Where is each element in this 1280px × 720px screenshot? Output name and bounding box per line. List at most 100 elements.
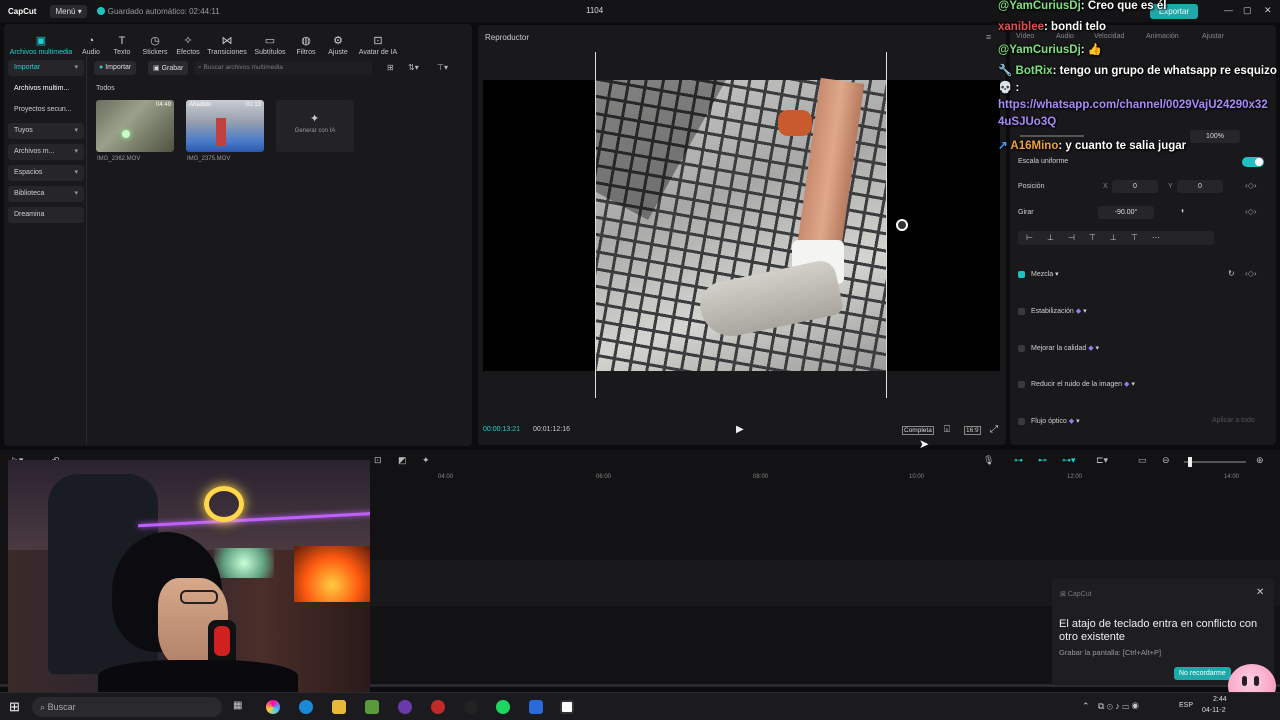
media-search-input[interactable]: ⌕ Buscar archivos multimedia bbox=[194, 61, 372, 75]
magnet-icon[interactable]: ⊷ bbox=[1038, 455, 1047, 466]
video-canvas[interactable] bbox=[483, 77, 1000, 371]
scale-input[interactable]: 100% bbox=[1190, 130, 1240, 143]
zoom-slider[interactable] bbox=[1184, 457, 1246, 467]
tab-ai-avatar[interactable]: ⊡ Avatar de IA bbox=[354, 36, 402, 57]
position-x-input[interactable]: 0 bbox=[1112, 180, 1158, 193]
sidebar-item-yours[interactable]: Tuyos ▾ bbox=[8, 123, 84, 139]
task-view-icon[interactable]: ▦ bbox=[233, 700, 247, 714]
uniform-scale-toggle[interactable] bbox=[1242, 157, 1264, 167]
crop-icon[interactable]: ⊡ bbox=[374, 455, 382, 466]
app-icon[interactable] bbox=[464, 700, 478, 714]
sort-icon[interactable]: ⇅▾ bbox=[408, 63, 419, 72]
tab-audio[interactable]: ◔ Audio bbox=[76, 36, 106, 57]
denoise-checkbox[interactable] bbox=[1018, 381, 1025, 388]
tab-animation[interactable]: Animación bbox=[1146, 33, 1179, 40]
copilot-icon[interactable] bbox=[266, 700, 280, 714]
app-icon[interactable] bbox=[529, 700, 543, 714]
mask-icon[interactable]: ◩ bbox=[398, 455, 407, 466]
keyframe-icon[interactable]: ‹◇› bbox=[1245, 269, 1256, 278]
link-clips-icon[interactable]: ⊶ bbox=[1014, 455, 1023, 466]
record-button[interactable]: ▣ Grabar bbox=[148, 61, 189, 75]
tab-label: Filtros bbox=[296, 49, 316, 56]
tab-subtitles[interactable]: ▭ Subtítulos bbox=[250, 36, 290, 57]
chat-link[interactable]: 4uSJUo3Q bbox=[998, 116, 1056, 128]
tab-video[interactable]: Vídeo bbox=[1016, 33, 1034, 40]
menu-button[interactable]: Menú ▾ bbox=[50, 4, 87, 18]
tab-adjust[interactable]: ⚙ Ajuste bbox=[322, 36, 354, 57]
tab-effects[interactable]: ✧ Efectos bbox=[172, 36, 204, 57]
tab-text[interactable]: T Texto bbox=[106, 36, 138, 57]
snap-icon[interactable]: ⊶▾ bbox=[1062, 455, 1076, 466]
sidebar-item-media[interactable]: Archivos multim... bbox=[8, 81, 84, 97]
import-button[interactable]: ● Importar bbox=[94, 61, 137, 75]
keyframe-icon[interactable]: ‹◇› bbox=[1245, 207, 1256, 216]
chat-link[interactable]: https://whatsapp.com/channel/0029VajU242… bbox=[998, 99, 1268, 111]
zoom-in-icon[interactable]: ⊕ bbox=[1256, 455, 1264, 466]
crop-line-left[interactable] bbox=[595, 52, 596, 398]
maximize-icon[interactable]: ▢ bbox=[1243, 5, 1252, 16]
close-icon[interactable]: ✕ bbox=[1256, 587, 1264, 598]
blend-checkbox[interactable] bbox=[1018, 271, 1025, 278]
aspect-ratio-button[interactable]: 16:9 bbox=[964, 426, 981, 435]
language-indicator[interactable]: ESP bbox=[1179, 702, 1193, 709]
rotate-handle-icon[interactable] bbox=[896, 219, 908, 231]
fullscreen-icon[interactable]: ⤢ bbox=[990, 424, 998, 435]
sidebar-item-spaces[interactable]: Espacios ▾ bbox=[8, 165, 84, 181]
generate-ai-card[interactable]: ✦ Generar con IA bbox=[276, 100, 354, 152]
taskbar-search[interactable]: ⌕ Buscar bbox=[32, 697, 222, 717]
sidebar-item-subprojects[interactable]: Proyectos secun... bbox=[8, 102, 84, 118]
zoom-out-icon[interactable]: ⊖ bbox=[1162, 455, 1170, 466]
store-icon[interactable] bbox=[365, 700, 379, 714]
filter-sort-icon[interactable]: ⊤▾ bbox=[437, 63, 448, 72]
rotate-input[interactable]: -90.00° bbox=[1098, 206, 1154, 219]
obs-icon[interactable] bbox=[398, 700, 412, 714]
subtitle-track-icon[interactable]: ▭ bbox=[1138, 455, 1147, 466]
crop-line-right[interactable] bbox=[886, 52, 887, 398]
enhance-checkbox[interactable] bbox=[1018, 345, 1025, 352]
apply-all-button[interactable]: Aplicar a todo bbox=[1212, 417, 1255, 424]
tab-adjust-prop[interactable]: Ajustar bbox=[1202, 33, 1224, 40]
reset-icon[interactable]: ↻ bbox=[1228, 269, 1235, 278]
zoom-slider-handle[interactable] bbox=[1188, 457, 1192, 467]
screenshot-icon[interactable]: ⌻ bbox=[944, 424, 950, 435]
keyframe-icon[interactable]: ‹◇› bbox=[1245, 181, 1256, 190]
media-thumb-1[interactable]: 04:49 bbox=[96, 100, 174, 152]
tab-transitions[interactable]: ⋈ Transiciones bbox=[204, 35, 250, 57]
close-icon[interactable]: ✕ bbox=[1264, 5, 1272, 16]
tab-label: Subtítulos bbox=[254, 49, 286, 56]
grid-view-icon[interactable]: ⊞ bbox=[387, 63, 394, 72]
windows-start-icon[interactable]: ⊞ bbox=[9, 699, 20, 715]
stabilization-checkbox[interactable] bbox=[1018, 308, 1025, 315]
chrome-icon[interactable] bbox=[431, 700, 445, 714]
capcut-taskbar-icon[interactable] bbox=[560, 700, 574, 714]
tab-speed[interactable]: Velocidad bbox=[1094, 33, 1124, 40]
sidebar-item-library[interactable]: Biblioteca ▾ bbox=[8, 186, 84, 202]
microphone-icon[interactable]: 🎙 bbox=[983, 455, 994, 466]
rotate-dial-icon[interactable]: ◖ bbox=[1180, 206, 1185, 215]
preview-axis-icon[interactable]: ⊏▾ bbox=[1096, 455, 1108, 466]
play-button[interactable]: ▶ bbox=[736, 424, 744, 435]
tray-chevron-icon[interactable]: ⌃ bbox=[1082, 701, 1090, 712]
scale-slider[interactable] bbox=[1020, 135, 1084, 137]
minimize-icon[interactable]: — bbox=[1224, 5, 1233, 15]
tab-media[interactable]: ▣ Archivos multimedia bbox=[6, 36, 76, 57]
file-explorer-icon[interactable] bbox=[332, 700, 346, 714]
tab-filters[interactable]: ◍ Filtros bbox=[290, 36, 322, 57]
optical-flow-checkbox[interactable] bbox=[1018, 418, 1025, 425]
position-y-input[interactable]: 0 bbox=[1177, 180, 1223, 193]
sidebar-item-import[interactable]: Importar ▾ bbox=[8, 60, 84, 76]
media-thumb-2[interactable]: Añadido 01:13 bbox=[186, 100, 264, 152]
tab-stickers[interactable]: ◷ Stickers bbox=[138, 36, 172, 57]
edge-icon[interactable] bbox=[299, 700, 313, 714]
tray-icons[interactable]: ⧉ ⊙ ♪ ▭ ◉ bbox=[1098, 701, 1139, 712]
transition-icon: ⋈ bbox=[221, 35, 233, 47]
spotify-icon[interactable] bbox=[496, 700, 510, 714]
sidebar-item-dreamina[interactable]: Dreamina bbox=[8, 207, 84, 223]
quality-selector[interactable]: Completa bbox=[902, 426, 934, 435]
dont-remind-button[interactable]: No recordarme bbox=[1174, 667, 1231, 680]
ai-tool-icon[interactable]: ✦ bbox=[422, 455, 430, 466]
player-menu-icon[interactable]: ≡ bbox=[986, 32, 991, 42]
tab-audio-prop[interactable]: Audio bbox=[1056, 33, 1074, 40]
sidebar-item-files[interactable]: Archivos m... ▾ bbox=[8, 144, 84, 160]
align-toolbar[interactable]: ⊢⊥⊣⊤⊥⊤⋯ bbox=[1018, 231, 1214, 245]
